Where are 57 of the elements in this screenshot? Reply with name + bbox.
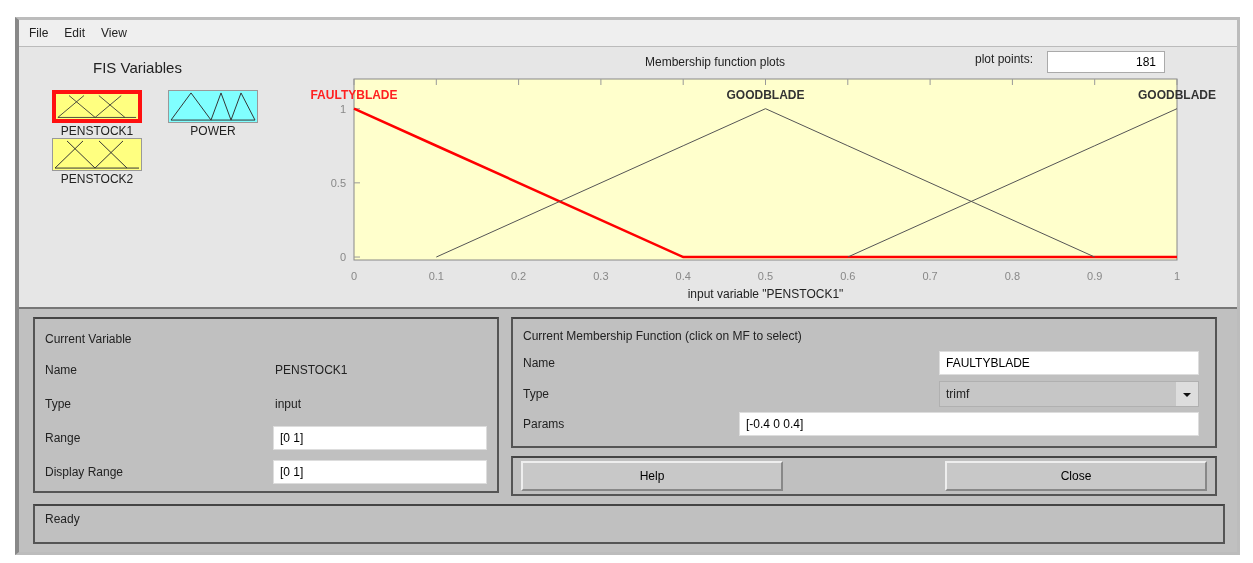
menu-item[interactable]: View — [101, 26, 127, 40]
menu-item[interactable]: File — [29, 26, 49, 40]
variable-tile[interactable] — [168, 90, 258, 123]
variable-name: PENSTOCK2 — [60, 172, 134, 186]
status-text: Ready — [45, 512, 80, 526]
mf-name-field[interactable]: FAULTYBLADE — [939, 351, 1199, 375]
x-tick-label: 0.7 — [922, 270, 938, 282]
membership-line[interactable] — [435, 108, 1096, 258]
x-tick-label: 0.6 — [840, 270, 856, 282]
panel-title: Current Membership Function (click on MF to select) — [523, 329, 802, 343]
x-tick-label: 0.9 — [1087, 270, 1103, 282]
field-label: Type — [523, 387, 550, 401]
x-tick-label: 0.5 — [757, 270, 774, 282]
variable-name: POWER — [190, 124, 236, 138]
dialog-button[interactable]: Help — [521, 461, 783, 491]
x-tick-label: 0 — [350, 270, 358, 282]
field-label: Name — [523, 356, 556, 370]
x-tick-label: 0.3 — [593, 270, 609, 282]
field-label: Params — [523, 417, 566, 431]
x-tick-label: 0.8 — [1004, 270, 1021, 282]
variable-name: PENSTOCK1 — [60, 124, 134, 138]
membership-curves-icon — [56, 94, 138, 119]
type-dropdown[interactable]: trimf — [939, 381, 1199, 407]
mf-label[interactable]: GOODBLADE — [726, 87, 805, 102]
y-tick-label: 0 — [339, 251, 346, 264]
membership-line[interactable] — [353, 107, 1177, 259]
variable-tile[interactable] — [52, 90, 142, 123]
mf-label[interactable]: FAULTYBLADE — [310, 87, 398, 102]
membership-curves-icon — [53, 139, 141, 170]
mf-label[interactable]: GOODBLADE — [1138, 87, 1216, 102]
membership-line[interactable] — [847, 108, 1178, 258]
params-field[interactable]: [-0.4 0 0.4] — [739, 412, 1199, 436]
caret-icon — [1176, 382, 1198, 406]
field-label: Display Range — [45, 465, 125, 479]
dialog-button[interactable]: Close — [945, 461, 1207, 491]
field-label: plot points: — [975, 52, 1034, 66]
x-tick-label: 1 — [1173, 270, 1181, 282]
field-label: Name — [45, 363, 78, 377]
x-tick-label: 0.1 — [428, 270, 444, 282]
x-axis-label: input variable "PENSTOCK1" — [687, 287, 844, 301]
field-value: PENSTOCK1 — [275, 363, 348, 377]
x-tick-label: 0.4 — [675, 270, 691, 282]
x-tick-label: 0.2 — [510, 270, 527, 282]
variable-tile[interactable] — [52, 138, 142, 171]
plot-points-field[interactable]: 181 — [1047, 51, 1166, 73]
panel-title: Current Variable — [45, 332, 132, 346]
membership-curves-icon — [169, 91, 257, 122]
field-label: Type — [45, 397, 72, 411]
menu-item[interactable]: Edit — [64, 26, 86, 40]
y-tick-label: 0.5 — [330, 176, 346, 189]
field-value: input — [275, 397, 302, 411]
plot-title: Membership function plots — [645, 55, 787, 69]
field-label: Range — [45, 431, 82, 445]
display-range-field[interactable]: [0 1] — [272, 460, 487, 484]
range-field[interactable]: [0 1] — [272, 426, 487, 450]
section-title: FIS Variables — [93, 59, 183, 76]
y-tick-label: 1 — [339, 102, 346, 115]
